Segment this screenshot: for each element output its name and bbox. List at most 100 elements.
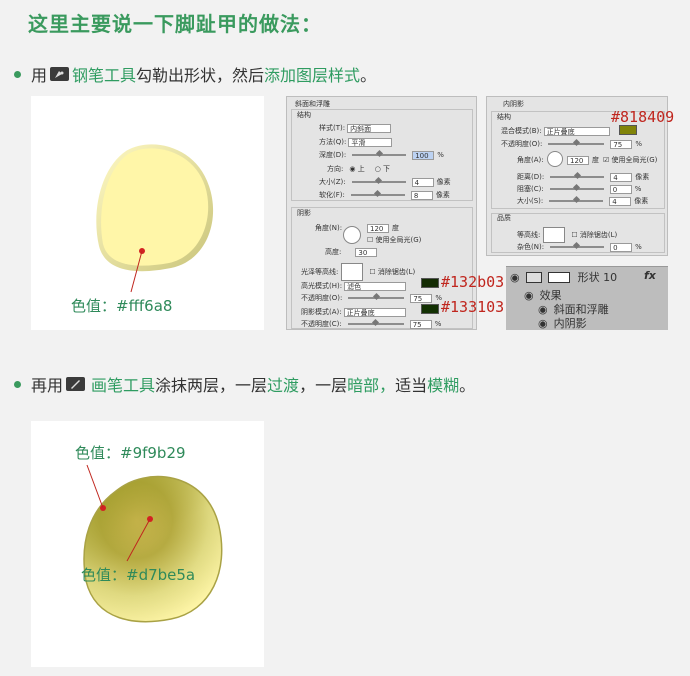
style-select[interactable]: 内斜面: [347, 123, 392, 133]
unit: %: [434, 320, 442, 328]
text: 涂抹两层，一层: [155, 376, 268, 395]
depth-label: 深度(D):: [319, 151, 347, 159]
highlight-opacity-input[interactable]: 75: [410, 293, 433, 303]
depth-slider[interactable]: [352, 154, 407, 156]
antialias-checkbox[interactable]: ☐ 消除锯齿(L): [369, 267, 415, 277]
altitude-input[interactable]: 30: [355, 247, 378, 257]
brush-tool-icon: [66, 377, 86, 391]
text: ，一层: [299, 376, 348, 395]
size-input[interactable]: 4: [411, 177, 434, 187]
distance-label: 距离(D):: [517, 173, 545, 181]
choke-slider[interactable]: [549, 188, 604, 190]
soften-slider[interactable]: [350, 194, 405, 196]
instruction-line-2: 再用 画笔工具 涂抹两层，一层 过渡 ，一层 暗部 ， 适当 模糊 。: [14, 372, 475, 396]
choke-input[interactable]: 0: [609, 184, 632, 194]
gloss-contour-picker[interactable]: [341, 263, 364, 281]
soften-input[interactable]: 8: [410, 190, 433, 200]
text: 适当: [395, 376, 428, 395]
noise-label: 杂色(N):: [517, 243, 545, 251]
highlight-mode-select[interactable]: 滤色: [344, 281, 407, 291]
blend-mode-select[interactable]: 正片叠底: [543, 126, 610, 136]
visibility-eye-icon[interactable]: ◉: [538, 303, 548, 316]
global-light-checkbox[interactable]: ☑ 使用全局光(G): [603, 155, 657, 165]
pen-tool-label: 钢笔工具: [72, 66, 137, 85]
text: 再用: [31, 376, 64, 395]
soften-label: 软化(F):: [319, 191, 345, 199]
highlight-hex-annotation: #132b03: [441, 273, 505, 291]
inner-shadow-hex-annotation: #818409: [611, 108, 675, 126]
effect-label: 内阴影: [553, 317, 587, 330]
instruction-line-1: 用 钢笔工具 勾勒出形状，然后 添加图层样式 。: [14, 62, 376, 86]
unit: 像素: [436, 178, 451, 186]
choke-label: 阻塞(C):: [517, 185, 544, 193]
shadow-mode-label: 阴影模式(A):: [301, 308, 342, 316]
shadow-opacity-input[interactable]: 75: [409, 319, 432, 329]
distance-slider[interactable]: [550, 176, 605, 178]
size-label: 大小(S):: [517, 197, 544, 205]
checkbox-label: 消除锯齿(L): [579, 231, 618, 239]
group-label: 结构: [297, 111, 311, 119]
layer-row[interactable]: ◉ 形状 10: [510, 269, 617, 285]
unit: %: [635, 140, 642, 148]
noise-input[interactable]: 0: [610, 242, 633, 252]
unit: %: [635, 243, 642, 251]
group-label: 品质: [497, 214, 511, 222]
highlight-color-swatch[interactable]: [421, 278, 439, 288]
size-slider[interactable]: [549, 200, 604, 202]
unit: 像素: [635, 173, 650, 181]
inner-shadow-color-swatch[interactable]: [619, 125, 637, 135]
visibility-eye-icon[interactable]: ◉: [524, 289, 534, 302]
pen-tool-icon: [50, 67, 70, 81]
size-label: 大小(Z):: [319, 178, 346, 186]
global-light-checkbox[interactable]: ☐ 使用全局光(G): [367, 235, 421, 245]
method-select[interactable]: 平滑: [348, 137, 393, 147]
layer-style-label: 添加图层样式: [264, 66, 361, 85]
text: 。: [459, 376, 476, 395]
group-label: 结构: [497, 113, 511, 121]
angle-input[interactable]: 120: [367, 223, 389, 233]
blend-mode-label: 混合模式(B):: [501, 127, 542, 135]
angle-dial[interactable]: [547, 151, 563, 167]
contour-picker[interactable]: [543, 227, 566, 243]
bullet-dot: [14, 70, 21, 78]
size-slider[interactable]: [351, 181, 406, 183]
dialog-title: 内阴影: [503, 100, 524, 108]
group-label: 阴影: [297, 209, 311, 217]
nail-shape-preview: 色值：#fff6a8: [31, 96, 264, 330]
opacity-input[interactable]: 75: [610, 139, 633, 149]
unit: 度: [392, 224, 399, 232]
angle-label: 角度(A):: [517, 156, 544, 164]
direction-down-radio[interactable]: ○ 下: [375, 164, 390, 174]
antialias-checkbox[interactable]: ☐ 消除锯齿(L): [571, 230, 617, 240]
layers-panel: ◉ 形状 10 fx ◉ 效果 ◉ 斜面和浮雕 ◉ 内阴影: [506, 266, 668, 330]
unit: 度: [592, 156, 599, 164]
unit: %: [634, 185, 642, 193]
shadow-mode-select[interactable]: 正片叠底: [343, 307, 406, 317]
unit: 像素: [634, 197, 649, 205]
distance-input[interactable]: 4: [610, 172, 633, 182]
gloss-contour-label: 光泽等高线:: [301, 268, 339, 276]
shadow-opacity-slider[interactable]: [347, 323, 404, 325]
contour-label: 等高线:: [517, 231, 541, 239]
method-label: 方法(Q):: [319, 138, 347, 146]
visibility-eye-icon[interactable]: ◉: [538, 317, 548, 330]
angle-input[interactable]: 120: [567, 155, 589, 165]
direction-up-radio[interactable]: ◉ 上: [349, 164, 364, 174]
size-input[interactable]: 4: [609, 196, 632, 206]
noise-slider[interactable]: [550, 246, 605, 248]
angle-label: 角度(N):: [315, 224, 343, 232]
angle-dial[interactable]: [343, 226, 361, 244]
fx-icon[interactable]: fx: [644, 269, 656, 282]
depth-input[interactable]: 100: [412, 150, 435, 160]
opacity-slider[interactable]: [548, 143, 605, 145]
altitude-label: 高度:: [325, 248, 342, 256]
color-value-label: 色值：#d7be5a: [81, 566, 196, 584]
effect-row[interactable]: ◉ 内阴影: [538, 315, 587, 331]
visibility-eye-icon[interactable]: ◉: [510, 271, 520, 284]
shadow-hex-annotation: #133103: [441, 298, 505, 316]
shadow-color-swatch[interactable]: [421, 304, 439, 314]
highlight-opacity-slider[interactable]: [348, 297, 405, 299]
dark-area-label: 暗部: [347, 376, 380, 395]
layer-thumbnail-icon: [525, 271, 542, 283]
bevel-emboss-dialog: 斜面和浮雕 结构 样式(T): 内斜面 方法(Q): 平滑 深度(D): 100…: [286, 96, 477, 330]
